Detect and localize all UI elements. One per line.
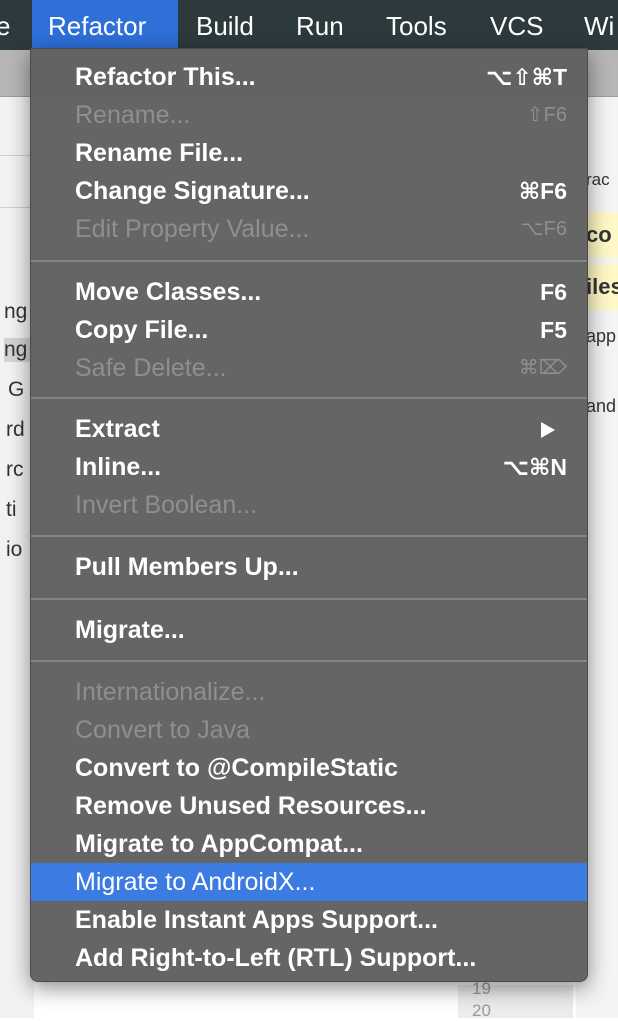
menu-item-shortcut: ⇧F6 — [526, 104, 567, 126]
menu-item-shortcut: ⌘F6 — [518, 178, 567, 204]
menu-item-edit-property-value[interactable]: Edit Property Value... ⌥F6 — [31, 210, 587, 248]
menu-divider — [31, 260, 587, 262]
menu-divider — [31, 660, 587, 662]
menu-item-label: Edit Property Value... — [75, 215, 310, 243]
menu-item-enable-instant-apps[interactable]: Enable Instant Apps Support... — [31, 901, 587, 939]
right-text-fragment: and — [586, 396, 617, 416]
menu-item-move-classes[interactable]: Move Classes... F6 — [31, 273, 587, 311]
submenu-arrow-icon — [541, 422, 555, 438]
menu-item-label: Add Right-to-Left (RTL) Support... — [75, 944, 477, 972]
menu-item-label: Convert to @CompileStatic — [75, 754, 399, 782]
menu-vcs[interactable]: VCS — [490, 0, 543, 50]
menu-item-label: Migrate... — [75, 616, 185, 644]
menu-divider — [31, 397, 587, 399]
line-number-gutter: 19 20 — [458, 979, 573, 1020]
menu-item-label: Pull Members Up... — [75, 553, 299, 581]
menu-item-shortcut: F6 — [540, 279, 567, 305]
menu-item-convert-to-compilestatic[interactable]: Convert to @CompileStatic — [31, 749, 587, 787]
menu-item-label: Internationalize... — [75, 678, 266, 706]
menu-window[interactable]: Wi — [584, 0, 614, 50]
right-text-fragment: app — [586, 326, 617, 346]
right-text-fragment: co — [586, 212, 618, 258]
menu-item-refactor-this[interactable]: Refactor This... ⌥⇧⌘T — [31, 58, 587, 96]
left-text-fragment: io — [6, 538, 23, 561]
menu-tools[interactable]: Tools — [386, 0, 447, 50]
menu-item-shortcut: F5 — [540, 317, 567, 343]
menu-item-label: Extract — [75, 415, 160, 443]
menu-item-rename[interactable]: Rename... ⇧F6 — [31, 96, 587, 134]
menu-refactor[interactable]: Refactor — [32, 0, 178, 50]
menu-item-extract[interactable]: Extract — [31, 410, 587, 448]
menu-bar: e Refactor Build Run Tools VCS Wi — [0, 0, 618, 50]
menu-run[interactable]: Run — [296, 0, 344, 50]
menu-item-copy-file[interactable]: Copy File... F5 — [31, 311, 587, 349]
menu-item-label: Invert Boolean... — [75, 491, 258, 519]
refactor-dropdown-menu: Refactor This... ⌥⇧⌘T Rename... ⇧F6 Rena… — [30, 48, 588, 982]
menu-item-label: Refactor This... — [75, 63, 256, 91]
line-number: 20 — [472, 1001, 491, 1020]
menu-edit[interactable]: e — [0, 0, 10, 50]
menu-item-label: Safe Delete... — [75, 354, 227, 382]
menu-item-invert-boolean[interactable]: Invert Boolean... — [31, 486, 587, 524]
right-text-fragment: rac — [586, 170, 610, 189]
right-text-fragment: iles — [586, 264, 618, 310]
line-number: 19 — [472, 979, 491, 998]
menu-item-migrate-to-androidx[interactable]: Migrate to AndroidX... — [31, 863, 587, 901]
menu-item-add-rtl-support[interactable]: Add Right-to-Left (RTL) Support... — [31, 939, 587, 977]
menu-item-rename-file[interactable]: Rename File... — [31, 134, 587, 172]
menu-item-label: Enable Instant Apps Support... — [75, 906, 438, 934]
menu-item-pull-members-up[interactable]: Pull Members Up... — [31, 548, 587, 586]
left-text-fragment: G — [8, 378, 25, 401]
menu-item-safe-delete[interactable]: Safe Delete... ⌘⌦ — [31, 349, 587, 387]
left-text-fragment: rd — [6, 418, 25, 441]
menu-divider — [31, 535, 587, 537]
left-text-fragment: ng — [4, 300, 28, 323]
menu-item-shortcut: ⌥⌘N — [502, 454, 567, 480]
menu-item-label: Copy File... — [75, 316, 209, 344]
menu-item-label: Rename File... — [75, 139, 244, 167]
menu-item-label: Migrate to AppCompat... — [75, 830, 363, 858]
menu-item-label: Migrate to AndroidX... — [75, 868, 316, 896]
menu-item-shortcut: ⌥F6 — [520, 218, 567, 240]
menu-item-label: Move Classes... — [75, 278, 262, 306]
menu-item-remove-unused-resources[interactable]: Remove Unused Resources... — [31, 787, 587, 825]
menu-item-shortcut: ⌘⌦ — [518, 357, 567, 379]
menu-item-migrate-to-appcompat[interactable]: Migrate to AppCompat... — [31, 825, 587, 863]
menu-item-convert-to-java[interactable]: Convert to Java — [31, 711, 587, 749]
left-text-fragment: rc — [6, 458, 24, 481]
menu-item-label: Inline... — [75, 453, 162, 481]
left-text-fragment: ng — [4, 338, 32, 362]
menu-item-shortcut: ⌥⇧⌘T — [485, 64, 567, 90]
menu-item-label: Rename... — [75, 101, 191, 129]
menu-divider — [31, 598, 587, 600]
menu-item-label: Change Signature... — [75, 177, 310, 205]
menu-build[interactable]: Build — [196, 0, 254, 50]
menu-item-label: Remove Unused Resources... — [75, 792, 427, 820]
menu-item-label: Convert to Java — [75, 716, 251, 744]
menu-item-inline[interactable]: Inline... ⌥⌘N — [31, 448, 587, 486]
menu-item-migrate[interactable]: Migrate... — [31, 611, 587, 649]
menu-item-change-signature[interactable]: Change Signature... ⌘F6 — [31, 172, 587, 210]
menu-item-internationalize[interactable]: Internationalize... — [31, 673, 587, 711]
left-text-fragment: ti — [6, 498, 17, 521]
